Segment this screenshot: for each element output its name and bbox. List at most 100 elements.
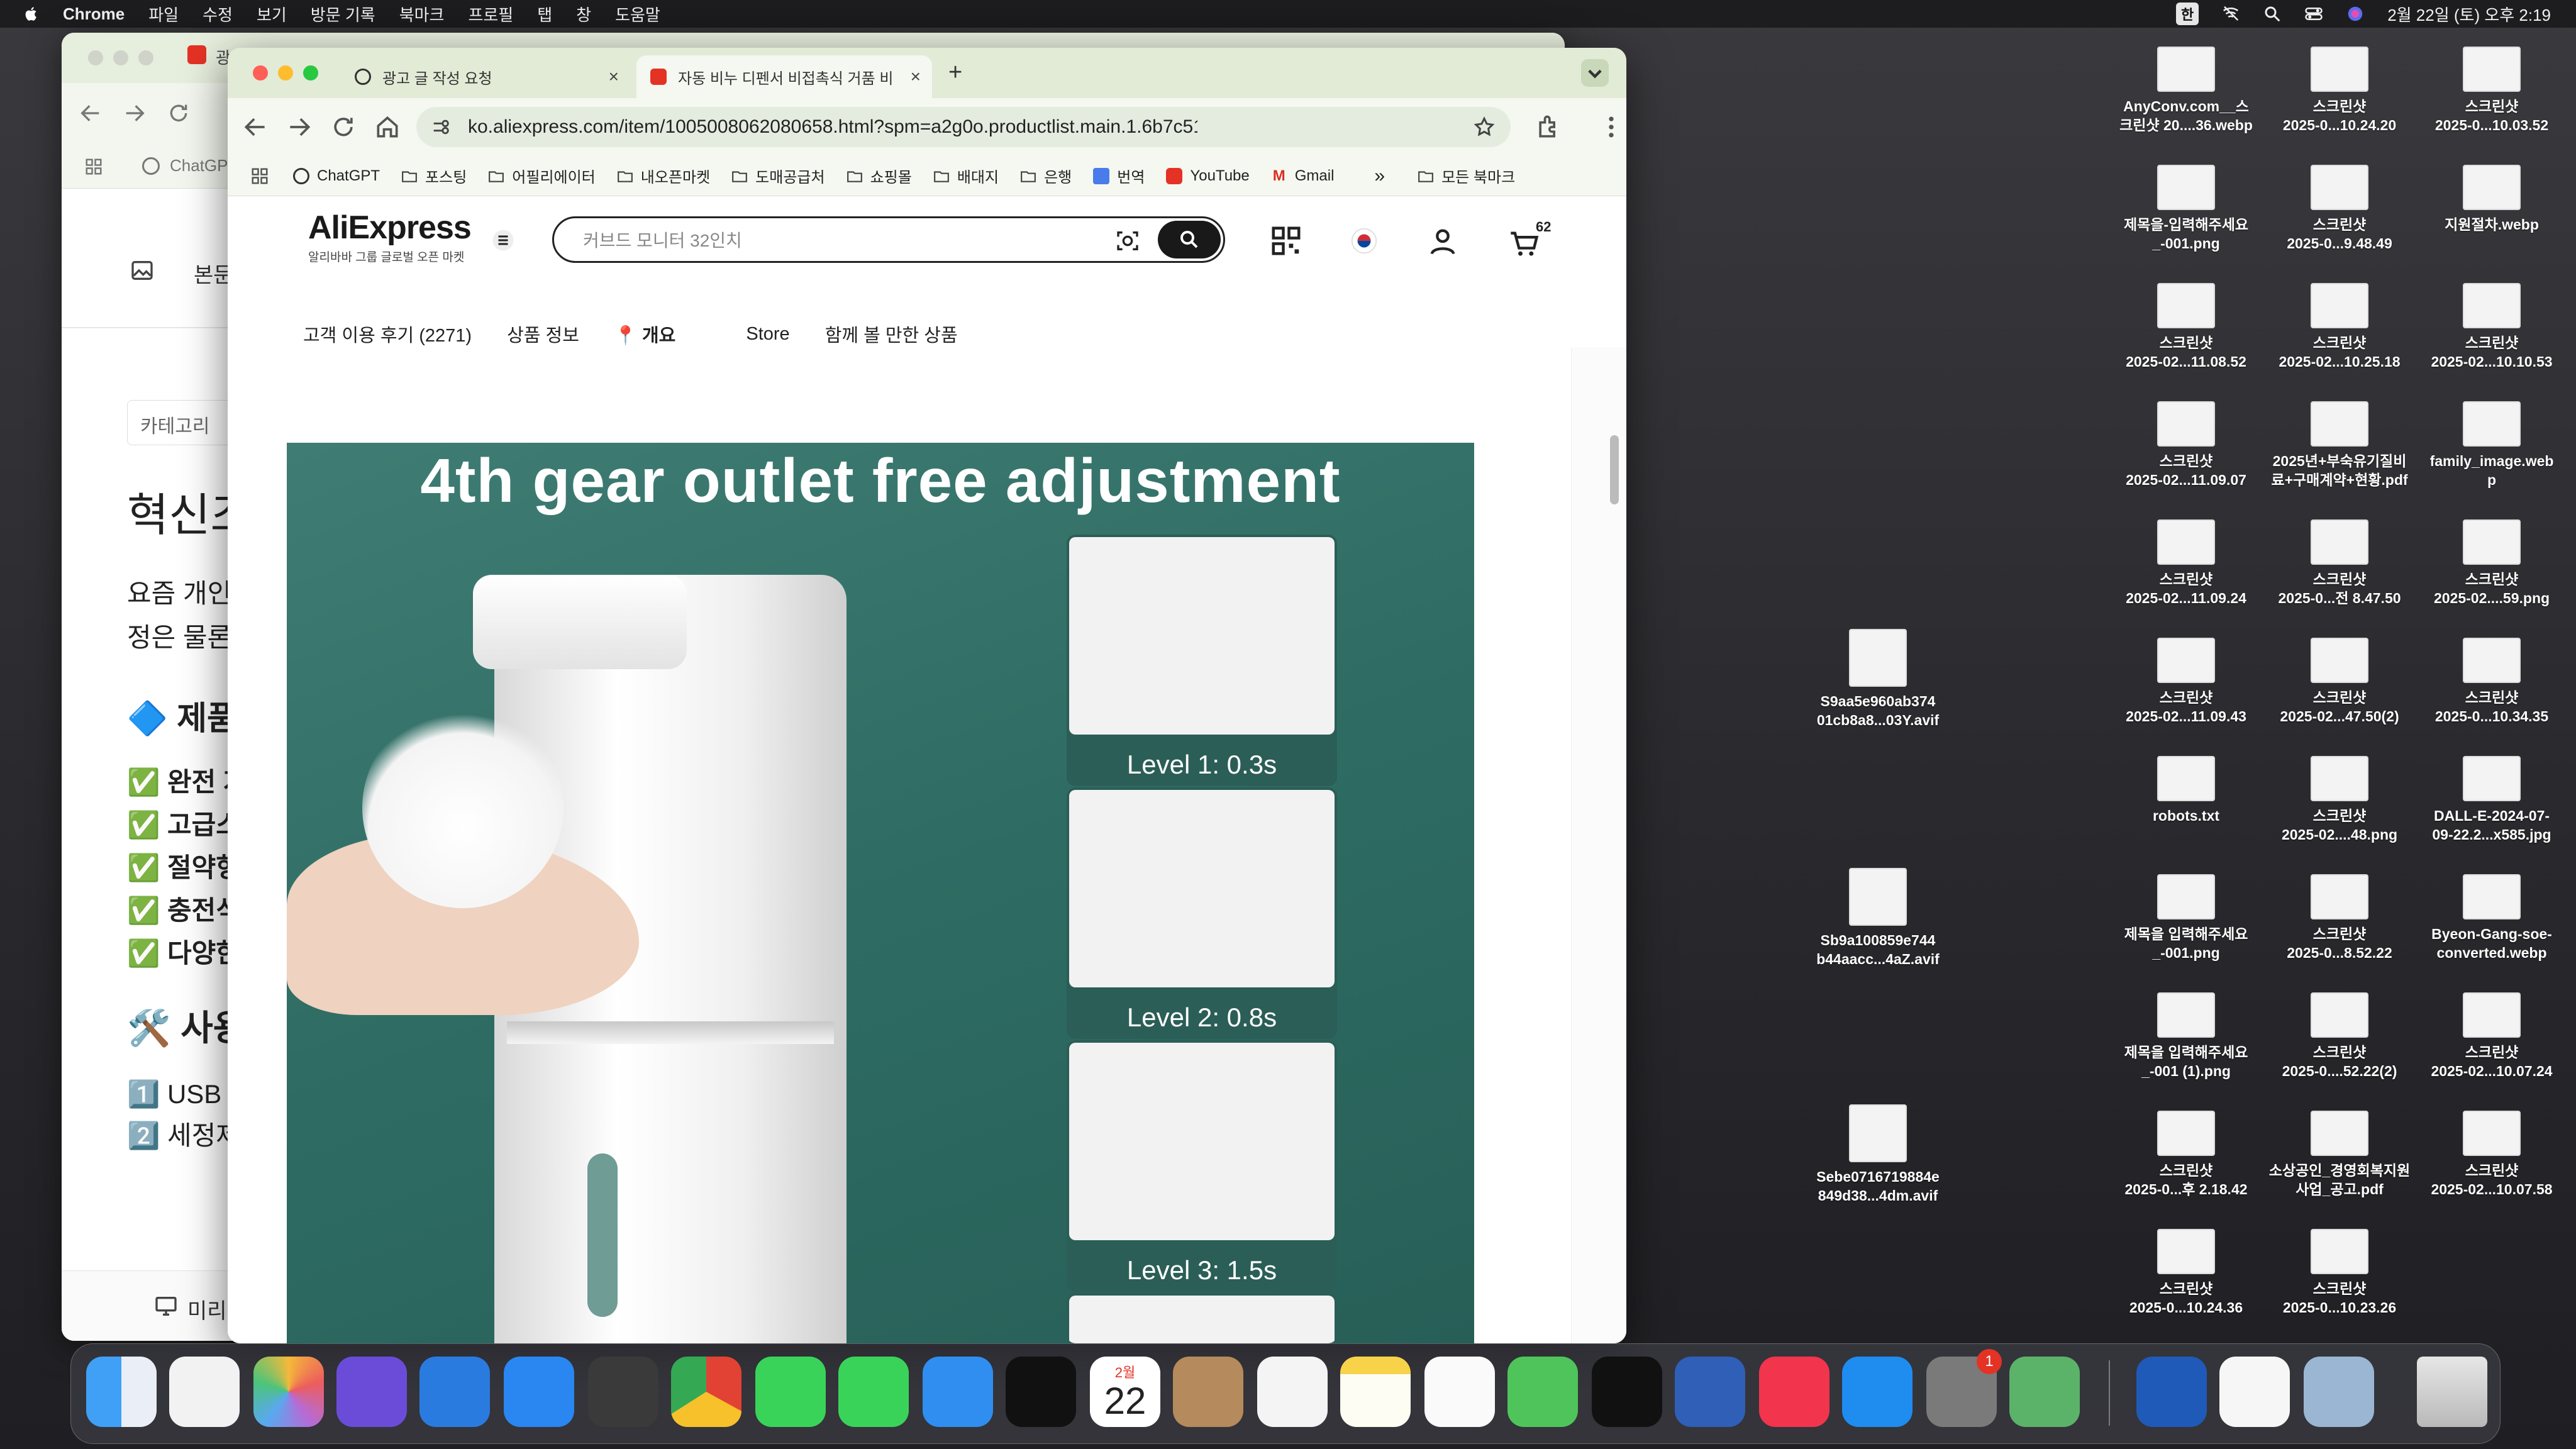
desktop-file-icon[interactable]: 스크린샷 2025-0...10.34.35	[2413, 638, 2570, 726]
desktop-file-icon[interactable]: 스크린샷 2025-02...11.09.43	[2107, 638, 2265, 726]
menu-kebab-icon[interactable]	[1597, 113, 1625, 141]
desktop-file-icon[interactable]: 소상공인_경영회복지원 사업_공고.pdf	[2261, 1111, 2418, 1199]
menu-tab[interactable]: 탭	[537, 3, 552, 26]
menu-profiles[interactable]: 프로필	[468, 3, 513, 26]
capcut-icon[interactable]	[1006, 1357, 1076, 1427]
search-button[interactable]	[1158, 221, 1221, 258]
bookmark-folder[interactable]: 은행	[1020, 165, 1072, 187]
desktop-file-icon[interactable]: 스크린샷 2025-02...11.09.07	[2107, 401, 2265, 489]
desktop-file-icon[interactable]: 스크린샷 2025-0...전 8.47.50	[2261, 519, 2418, 608]
launchpad-icon[interactable]	[169, 1357, 240, 1427]
desktop-file-icon[interactable]: Byeon-Gang-soe-converted.webp	[2413, 874, 2570, 962]
product-search-bar[interactable]: 커브드 모니터 32인치	[552, 216, 1225, 263]
textedit-icon[interactable]	[2219, 1357, 2290, 1427]
input-source-indicator[interactable]: 한	[2175, 3, 2199, 25]
apps-grid-icon[interactable]	[84, 157, 103, 176]
image-search-icon[interactable]	[1115, 228, 1140, 253]
desktop-file-icon[interactable]: 제목을 입력해주세요 _-001.png	[2107, 874, 2265, 962]
tab-chatgpt[interactable]: 광고 글 작성 요청 ×	[341, 55, 630, 98]
imovie-icon[interactable]	[336, 1357, 407, 1427]
preview-button[interactable]: 미리	[187, 1294, 227, 1324]
menu-edit[interactable]: 수정	[203, 3, 233, 26]
post-step-item[interactable]: 2️⃣ 세정제	[127, 1114, 240, 1153]
mail-icon[interactable]	[923, 1357, 993, 1427]
image-insert-icon[interactable]	[130, 258, 155, 283]
bookmark-chatgpt[interactable]: ChatGPT	[293, 167, 380, 185]
messages-icon[interactable]	[838, 1357, 909, 1427]
calculator-icon[interactable]	[588, 1357, 658, 1427]
desktop-file-icon[interactable]: robots.txt	[2107, 756, 2265, 825]
forward-arrow-icon[interactable]	[286, 113, 313, 141]
korea-flag-icon[interactable]	[1351, 228, 1377, 254]
reload-icon[interactable]	[330, 113, 357, 141]
notes-icon[interactable]	[1340, 1357, 1411, 1427]
site-info-icon[interactable]	[430, 116, 452, 138]
desktop-file-icon[interactable]: 스크린샷 2025-02....59.png	[2413, 519, 2570, 608]
control-center-icon[interactable]	[2304, 4, 2323, 23]
menu-file[interactable]: 파일	[148, 3, 179, 26]
clock-datetime[interactable]: 2월 22일 (토) 오후 2:19	[2387, 3, 2551, 26]
desktop-file-icon[interactable]: 스크린샷 2025-0...10.24.36	[2107, 1229, 2265, 1317]
post-check-item[interactable]: ✅ 충전식	[127, 889, 240, 928]
desktop-file-icon[interactable]: 스크린샷 2025-02...11.08.52	[2107, 283, 2265, 371]
siri-icon[interactable]	[2346, 4, 2365, 23]
trash-icon[interactable]	[2417, 1357, 2487, 1427]
menu-help[interactable]: 도움말	[615, 3, 660, 26]
nav-store[interactable]: Store	[746, 324, 789, 345]
desktop-file-icon[interactable]: 스크린샷 2025-0...10.03.52	[2413, 47, 2570, 135]
qr-code-icon[interactable]	[1269, 224, 1303, 258]
system-settings-icon[interactable]: 1	[1926, 1349, 2002, 1427]
desktop-file-icon[interactable]: 스크린샷 2025-0...8.52.22	[2261, 874, 2418, 962]
freeform-icon[interactable]	[1424, 1357, 1495, 1427]
calendar-icon[interactable]: 2월 22	[1090, 1357, 1160, 1427]
spotlight-search-icon[interactable]	[2263, 4, 2282, 23]
search-input[interactable]: 커브드 모니터 32인치	[583, 227, 742, 252]
zoom-window-button[interactable]	[303, 65, 318, 80]
bookmark-folder[interactable]: 도매공급처	[731, 165, 825, 187]
desktop-file-icon[interactable]: 스크린샷 2025-02...47.50(2)	[2261, 638, 2418, 726]
account-icon[interactable]	[1426, 225, 1459, 258]
wifi-off-icon[interactable]	[2221, 4, 2240, 23]
nav-related[interactable]: 함께 볼 만한 상품	[825, 321, 958, 347]
home-icon[interactable]	[374, 113, 401, 141]
bookmark-star-icon[interactable]	[1473, 116, 1496, 138]
desktop-file-icon[interactable]: 스크린샷 2025-0...10.24.20	[2261, 47, 2418, 135]
desktop-file-icon[interactable]: 스크린샷 2025-0...9.48.49	[2261, 165, 2418, 253]
minimize-window-button[interactable]	[278, 65, 293, 80]
menu-app-chrome[interactable]: Chrome	[63, 4, 125, 24]
bird-app-icon[interactable]	[1675, 1357, 1745, 1427]
post-check-item[interactable]: ✅ 다양한	[127, 932, 240, 970]
apple-tv-icon[interactable]	[1592, 1357, 1662, 1427]
nav-product-info[interactable]: 상품 정보	[507, 321, 579, 347]
desktop-file-icon[interactable]: 지원절차.webp	[2413, 165, 2570, 234]
desktop-file-icon[interactable]: 스크린샷 2025-02...10.10.53	[2413, 283, 2570, 371]
desktop-file-icon[interactable]: AnyConv.com__스 크린샷 20....36.webp	[2107, 47, 2265, 135]
reminders-icon[interactable]	[1257, 1357, 1328, 1427]
browser-window[interactable]: 광고 글 작성 요청 × 자동 비누 디펜서 비접촉식 거품 비 × + ko.…	[228, 48, 1626, 1343]
bookmark-folder[interactable]: 포스팅	[401, 165, 467, 187]
address-bar[interactable]: ko.aliexpress.com/item/1005008062080658.…	[416, 107, 1511, 147]
facetime-icon[interactable]	[755, 1357, 826, 1427]
post-section-heading[interactable]: 🔷 제품	[127, 692, 237, 739]
bookmark-translate[interactable]: 번역	[1093, 165, 1145, 187]
desktop-file-icon[interactable]: Sb9a100859e744 b44aacc...4aZ.avif	[1799, 868, 1957, 969]
nav-overview[interactable]: 📍 개요	[614, 321, 711, 347]
hamburger-menu-icon[interactable]	[492, 229, 514, 252]
close-dot-inactive[interactable]	[88, 50, 103, 65]
desktop-file-icon[interactable]: 제목을 입력해주세요 _-001 (1).png	[2107, 992, 2265, 1080]
more-bookmarks-chevron-icon[interactable]: »	[1374, 165, 1385, 187]
close-window-button[interactable]	[253, 65, 268, 80]
desktop-file-icon[interactable]: Sebe0716719884e 849d38...4dm.avif	[1799, 1104, 1957, 1205]
back-arrow-icon[interactable]	[242, 113, 269, 141]
desktop-file-icon[interactable]: 스크린샷 2025-02...10.25.18	[2261, 283, 2418, 371]
menu-view[interactable]: 보기	[257, 3, 287, 26]
bookmark-folder[interactable]: 어필리에이터	[488, 165, 596, 187]
desktop-file-icon[interactable]: DALL-E-2024-07- 09-22.2...x585.jpg	[2413, 756, 2570, 844]
maps-icon[interactable]	[2009, 1357, 2080, 1427]
preview-app-icon[interactable]	[2304, 1357, 2374, 1427]
bookmark-folder[interactable]: 배대지	[933, 165, 999, 187]
finder-icon[interactable]	[86, 1357, 157, 1427]
all-bookmarks-folder[interactable]: 모든 북마크	[1418, 165, 1515, 187]
background-bookmark-chatgpt[interactable]: ChatGP	[170, 156, 228, 175]
close-tab-icon[interactable]: ×	[911, 67, 921, 87]
